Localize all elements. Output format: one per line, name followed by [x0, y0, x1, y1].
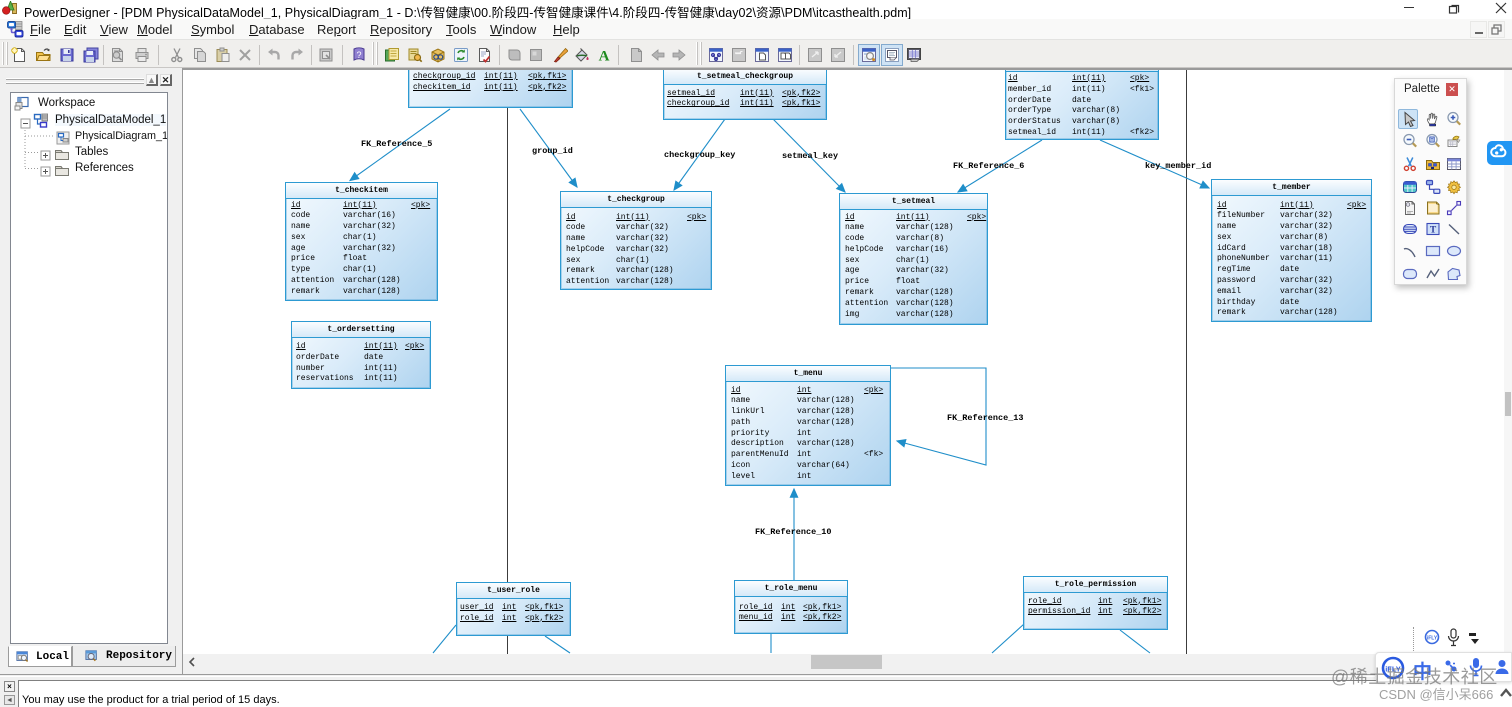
svg-text:iFLY: iFLY	[1427, 636, 1438, 642]
svg-text:?: ?	[356, 50, 361, 60]
svg-text:A: A	[599, 49, 610, 64]
svg-text:T: T	[1430, 226, 1437, 236]
